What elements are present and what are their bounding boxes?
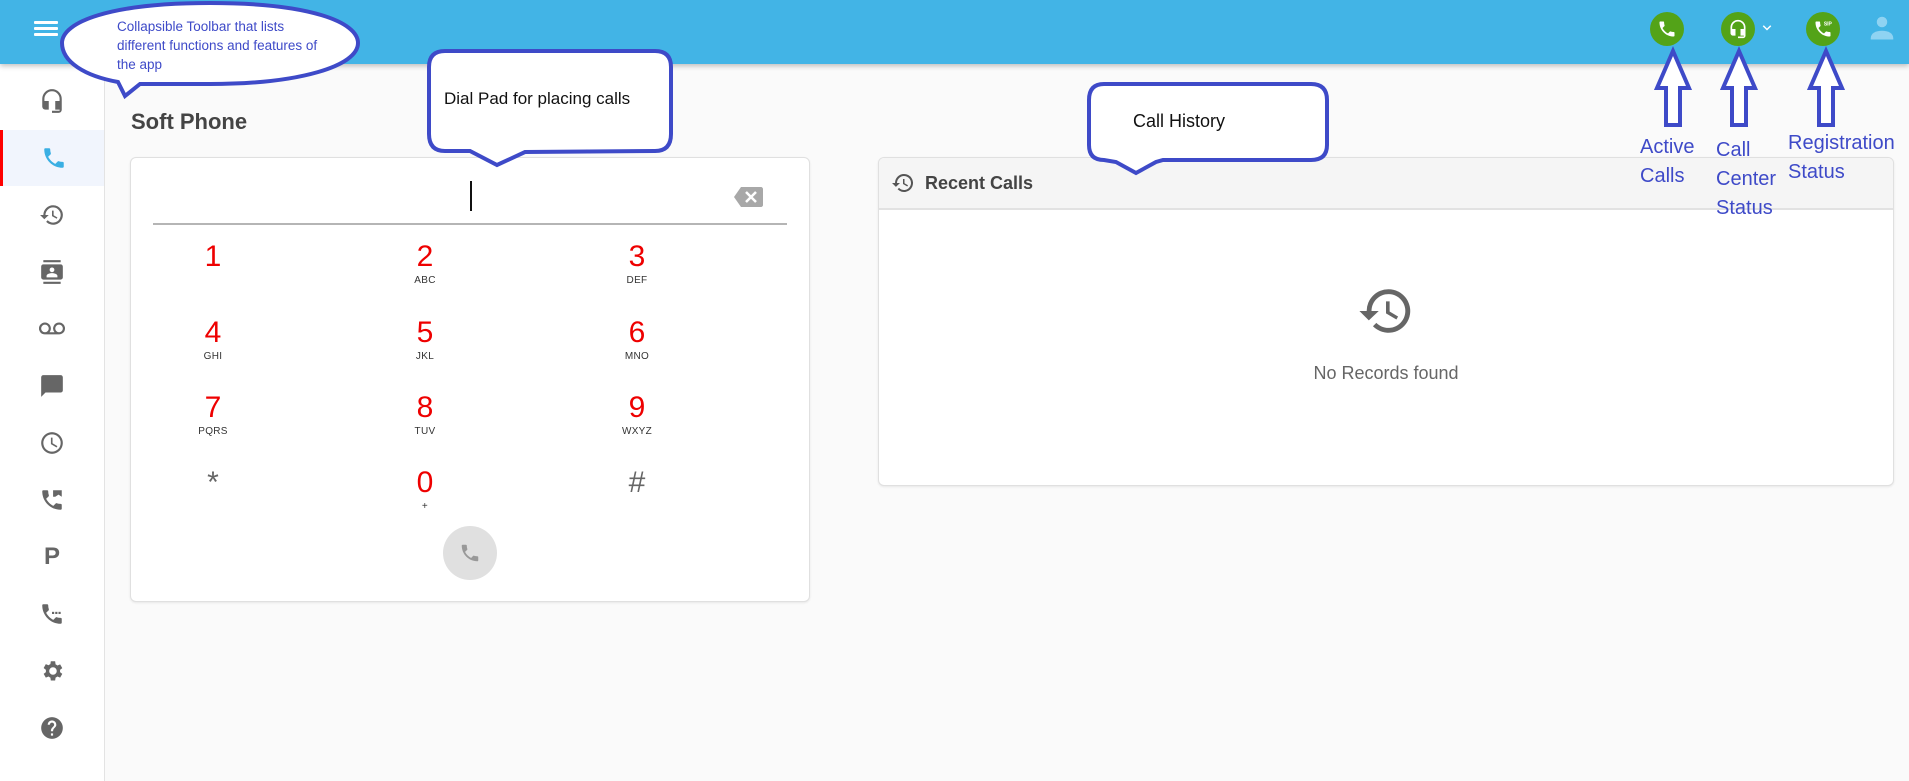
key-digit: 4 (204, 316, 222, 349)
user-icon[interactable] (1867, 12, 1897, 42)
key-digit: 3 (628, 240, 646, 273)
recent-calls-title: Recent Calls (925, 172, 1034, 193)
label-line: Status (1716, 197, 1773, 219)
sidebar-item-parking[interactable]: P (0, 529, 104, 585)
page-title: Soft Phone (131, 109, 248, 134)
key-letters: MNO (624, 351, 650, 362)
sidebar-item-help[interactable] (0, 700, 104, 756)
key-digit: # (628, 466, 646, 499)
dial-key-star[interactable]: * (153, 468, 273, 528)
parking-icon: P (43, 543, 60, 570)
sidebar: P (0, 64, 105, 781)
sidebar-item-schedule[interactable] (0, 415, 104, 471)
history-icon (892, 173, 914, 192)
active-calls-label: Active Calls (1640, 133, 1694, 191)
headset-icon (42, 89, 62, 113)
key-letters: ABC (414, 275, 436, 286)
headset-icon (1730, 19, 1746, 39)
key-digit: 2 (416, 240, 434, 273)
chevron-down-icon[interactable] (1758, 19, 1776, 37)
dialpad-card: 1 2 ABC 3 DEF 4 GHI 5 JKL 6 MNO 7 PQRS 8 TUV 9 W… (130, 157, 810, 602)
call-center-status-button[interactable] (1721, 12, 1755, 46)
sidebar-item-call-forwarding[interactable] (0, 472, 104, 528)
dial-key-8[interactable]: 8 TUV (365, 393, 485, 453)
sip-phone-icon: SIP (1815, 21, 1833, 37)
phone-icon (1659, 21, 1675, 37)
call-waiting-icon (42, 604, 62, 624)
dial-key-1[interactable]: 1 (153, 242, 273, 302)
sidebar-item-contacts[interactable] (0, 244, 104, 300)
dial-key-5[interactable]: 5 JKL (365, 318, 485, 378)
label-line: Status (1788, 161, 1845, 183)
backspace-icon[interactable] (733, 186, 763, 208)
dial-key-7[interactable]: 7 PQRS (153, 393, 273, 453)
history-icon (40, 205, 63, 225)
label-line: Calls (1640, 165, 1685, 187)
key-digit: 7 (204, 391, 222, 424)
key-letters: JKL (415, 351, 435, 362)
soft-phone-app: SIP P Soft Phone 1 2 ABC 3 DEF 4 GHI 5 J… (0, 0, 1909, 781)
label-line: Center (1716, 168, 1777, 190)
text-caret (470, 181, 472, 211)
dial-key-0[interactable]: 0 + (365, 468, 485, 528)
svg-text:SIP: SIP (1824, 22, 1833, 28)
dial-key-9[interactable]: 9 WXYZ (577, 393, 697, 453)
registration-status-button[interactable]: SIP (1806, 12, 1840, 46)
key-digit: 8 (416, 391, 434, 424)
sidebar-item-voicemail[interactable] (0, 301, 104, 357)
label-line: Registration (1788, 132, 1895, 154)
call-center-status-label: Call Center Status (1716, 136, 1776, 223)
key-letters: WXYZ (621, 426, 653, 437)
sidebar-item-call-center[interactable] (0, 73, 104, 129)
dial-key-6[interactable]: 6 MNO (577, 318, 697, 378)
help-icon (41, 717, 63, 739)
dial-key-2[interactable]: 2 ABC (365, 242, 485, 302)
clock-icon (41, 432, 63, 454)
key-digit: 0 (416, 466, 434, 499)
key-letters: + (421, 501, 429, 512)
label-line: Active (1640, 136, 1695, 158)
dial-key-hash[interactable]: # (577, 468, 697, 528)
sidebar-item-messages[interactable] (0, 358, 104, 414)
chat-icon (41, 375, 63, 397)
sidebar-item-settings[interactable] (0, 643, 104, 699)
contact-card-icon (41, 260, 63, 284)
key-letters: GHI (203, 351, 223, 362)
phone-icon (43, 148, 64, 168)
key-letters: PQRS (198, 426, 228, 437)
history-icon (1359, 289, 1411, 333)
place-call-button[interactable] (443, 526, 497, 580)
sidebar-item-call-history[interactable] (0, 187, 104, 243)
dial-key-4[interactable]: 4 GHI (153, 318, 273, 378)
forwarded-call-icon (42, 490, 62, 510)
hamburger-menu-icon[interactable] (34, 18, 58, 40)
sidebar-item-call-waiting[interactable] (0, 586, 104, 642)
key-digit: 9 (628, 391, 646, 424)
phone-icon (461, 544, 479, 562)
key-letters: DEF (626, 275, 648, 286)
key-digit: 1 (204, 240, 222, 273)
key-letters: TUV (414, 426, 436, 437)
gear-icon (43, 661, 63, 681)
key-digit: 5 (416, 316, 434, 349)
dialpad-callout-text: Dial Pad for placing calls (444, 89, 631, 108)
key-digit: * (207, 466, 219, 499)
voicemail-icon (39, 322, 65, 335)
sidebar-item-soft-phone[interactable] (0, 130, 104, 186)
dial-key-3[interactable]: 3 DEF (577, 242, 697, 302)
active-calls-button[interactable] (1650, 12, 1684, 46)
empty-state-message: No Records found (1313, 363, 1459, 383)
registration-status-label: Registration Status (1788, 129, 1895, 187)
call-history-callout-text: Call History (1133, 111, 1226, 131)
label-line: Call (1716, 139, 1751, 161)
key-digit: 6 (628, 316, 646, 349)
toolbar-callout-text: Collapsible Toolbar that lists different… (117, 19, 318, 72)
